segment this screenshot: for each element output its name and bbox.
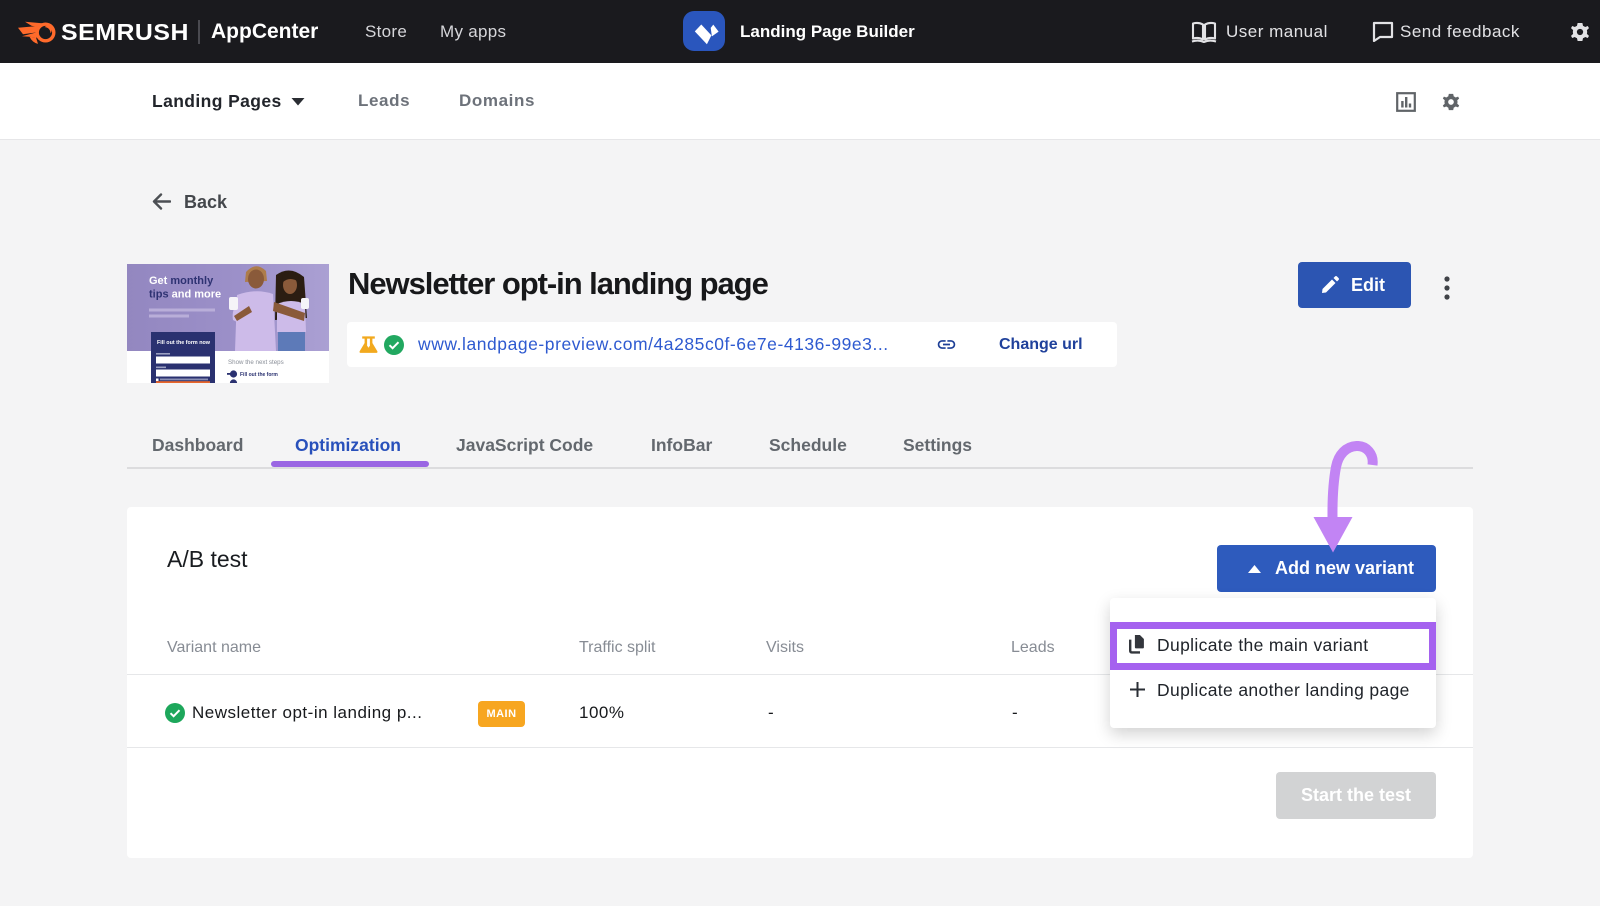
svg-text:Fill out the form: Fill out the form <box>240 372 278 378</box>
svg-text:tips and more: tips and more <box>149 289 221 301</box>
svg-text:Get monthly: Get monthly <box>149 275 214 287</box>
svg-text:Fill out the form now: Fill out the form now <box>157 340 211 346</box>
svg-text:Show the next steps: Show the next steps <box>228 359 284 366</box>
